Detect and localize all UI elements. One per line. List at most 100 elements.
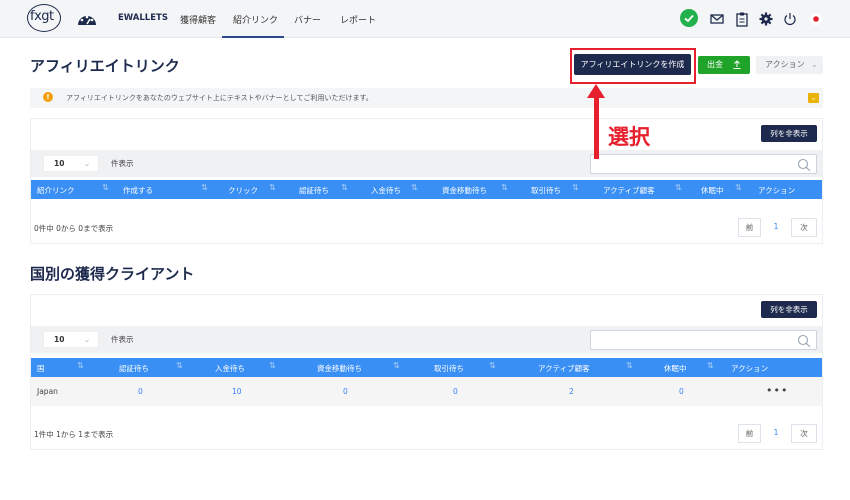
col-active[interactable]: アクティブ顧客 bbox=[538, 363, 590, 374]
hide-columns-button[interactable]: 列を非表示 bbox=[761, 125, 817, 142]
action-label: アクション bbox=[765, 60, 805, 69]
col-action: アクション bbox=[731, 364, 769, 373]
sort-icon[interactable]: ⇅ bbox=[411, 183, 418, 192]
annotation-label: 選択 bbox=[608, 125, 650, 149]
page-number-button[interactable]: 1 bbox=[768, 218, 784, 237]
search-icon bbox=[797, 334, 811, 348]
sort-icon[interactable]: ⇅ bbox=[269, 183, 276, 192]
col-deposit[interactable]: 入金待ち bbox=[371, 185, 401, 196]
table-header: 紹介リンク ⇅ 作成する ⇅ クリック ⇅ 認証待ち ⇅ 入金待ち ⇅ 資金移動待ち ⇅ 取… bbox=[31, 180, 822, 199]
cell-transfer[interactable]: 0 bbox=[343, 387, 348, 396]
section-title-country: 国別の獲得クライアント bbox=[30, 265, 195, 283]
sort-icon[interactable]: ⇅ bbox=[735, 183, 742, 192]
mail-icon[interactable] bbox=[709, 11, 725, 27]
col-verify[interactable]: 認証待ち bbox=[299, 185, 329, 196]
withdraw-label: 出金 bbox=[707, 60, 723, 69]
prev-page-button[interactable]: 前 bbox=[738, 424, 761, 443]
entries-value: 10 bbox=[54, 159, 65, 168]
pagination: 前 1 次 bbox=[731, 424, 817, 443]
col-dormant[interactable]: 休眠中 bbox=[701, 185, 724, 196]
verified-check-icon[interactable] bbox=[680, 9, 698, 27]
sort-icon[interactable]: ⇅ bbox=[201, 183, 208, 192]
nav-referral-links[interactable]: 紹介リンク bbox=[233, 13, 278, 26]
col-verify[interactable]: 認証待ち bbox=[119, 363, 149, 374]
col-transfer[interactable]: 資金移動待ち bbox=[442, 185, 487, 196]
col-created[interactable]: 作成する bbox=[123, 185, 153, 196]
col-trade[interactable]: 取引待ち bbox=[531, 185, 561, 196]
col-action: アクション bbox=[758, 186, 796, 195]
search-icon bbox=[797, 158, 811, 172]
sort-icon[interactable]: ⇅ bbox=[707, 361, 714, 370]
entries-label: 件表示 bbox=[111, 335, 134, 344]
clipboard-icon[interactable] bbox=[734, 11, 750, 27]
search-input[interactable] bbox=[590, 330, 817, 350]
notice-text: アフィリエイトリンクをあなたのウェブサイト上にテキストやバナーとしてご利用いただ… bbox=[66, 94, 373, 102]
sort-icon[interactable]: ⇅ bbox=[626, 361, 633, 370]
next-page-button[interactable]: 次 bbox=[791, 424, 817, 443]
table-info: 1件中 1から 1まで表示 bbox=[34, 430, 114, 439]
cell-country: Japan bbox=[37, 387, 58, 396]
col-active[interactable]: アクティブ顧客 bbox=[603, 185, 655, 196]
search-input[interactable] bbox=[590, 154, 817, 174]
col-country[interactable]: 国 bbox=[37, 363, 45, 374]
entries-select[interactable]: 10 ⌄ bbox=[43, 155, 99, 172]
info-notice: ! アフィリエイトリンクをあなたのウェブサイト上にテキストやバナーとしてご利用い… bbox=[30, 88, 823, 108]
next-page-button[interactable]: 次 bbox=[791, 218, 817, 237]
gear-icon[interactable] bbox=[758, 11, 774, 27]
table-info: 0件中 0から 0まで表示 bbox=[34, 224, 114, 233]
col-transfer[interactable]: 資金移動待ち bbox=[317, 363, 362, 374]
col-dormant[interactable]: 休眠中 bbox=[664, 363, 687, 374]
pagination: 前 1 次 bbox=[731, 218, 817, 237]
table-header: 国 ⇅ 認証待ち ⇅ 入金待ち ⇅ 資金移動待ち ⇅ 取引待ち ⇅ アクティブ顧客 ⇅ 休眠… bbox=[31, 358, 822, 377]
col-clicks[interactable]: クリック bbox=[228, 185, 258, 196]
cell-dormant[interactable]: 0 bbox=[679, 387, 684, 396]
sort-icon[interactable]: ⇅ bbox=[572, 183, 579, 192]
chevron-down-icon: ⌄ bbox=[84, 335, 91, 344]
sort-icon[interactable]: ⇅ bbox=[341, 183, 348, 192]
entries-label: 件表示 bbox=[111, 159, 134, 168]
sort-icon[interactable]: ⇅ bbox=[501, 183, 508, 192]
sort-icon[interactable]: ⇅ bbox=[393, 361, 400, 370]
sort-icon[interactable]: ⇅ bbox=[77, 361, 84, 370]
col-deposit[interactable]: 入金待ち bbox=[215, 363, 245, 374]
action-dropdown-button[interactable]: アクション ⌄ bbox=[756, 56, 823, 74]
affiliate-links-panel: 列を非表示 10 ⌄ 件表示 紹介リンク ⇅ 作成する ⇅ クリック ⇅ 認証待ち ⇅ … bbox=[30, 118, 823, 244]
highlight-box bbox=[570, 48, 696, 84]
nav-active-indicator bbox=[222, 36, 284, 38]
page-number-button[interactable]: 1 bbox=[768, 424, 784, 443]
nav-banners[interactable]: バナー bbox=[294, 13, 321, 26]
entries-select[interactable]: 10 ⌄ bbox=[43, 331, 99, 348]
nav-clients[interactable]: 獲得顧客 bbox=[180, 13, 216, 26]
fxgt-logo[interactable]: fxgt bbox=[27, 4, 61, 32]
upload-icon bbox=[733, 60, 741, 69]
nav-ewallets[interactable]: EWALLETS bbox=[118, 13, 168, 23]
cell-verify[interactable]: 0 bbox=[138, 387, 143, 396]
top-nav: fxgt EWALLETS 獲得顧客 紹介リンク バナー レポート bbox=[0, 0, 850, 38]
nav-reports[interactable]: レポート bbox=[340, 13, 376, 26]
entries-value: 10 bbox=[54, 335, 65, 344]
cell-active[interactable]: 2 bbox=[569, 387, 574, 396]
sort-icon[interactable]: ⇅ bbox=[675, 183, 682, 192]
sort-icon[interactable]: ⇅ bbox=[102, 183, 109, 192]
col-trade[interactable]: 取引待ち bbox=[434, 363, 464, 374]
info-icon: ! bbox=[43, 92, 53, 102]
hide-columns-button[interactable]: 列を非表示 bbox=[761, 301, 817, 318]
page-title: アフィリエイトリンク bbox=[30, 57, 180, 75]
japan-flag-icon[interactable] bbox=[808, 11, 824, 27]
dashboard-icon[interactable] bbox=[76, 10, 98, 28]
power-icon[interactable] bbox=[782, 11, 798, 27]
country-clients-panel: 列を非表示 10 ⌄ 件表示 国 ⇅ 認証待ち ⇅ 入金待ち ⇅ 資金移動待ち ⇅ 取引… bbox=[30, 294, 823, 450]
sort-icon[interactable]: ⇅ bbox=[269, 361, 276, 370]
collapse-chevron-icon[interactable]: ⌄ bbox=[808, 93, 819, 103]
row-actions-menu[interactable]: ••• bbox=[766, 384, 788, 397]
sort-icon[interactable]: ⇅ bbox=[176, 361, 183, 370]
prev-page-button[interactable]: 前 bbox=[738, 218, 761, 237]
chevron-down-icon: ⌄ bbox=[84, 159, 91, 168]
col-referral-link[interactable]: 紹介リンク bbox=[37, 185, 75, 196]
cell-trade[interactable]: 0 bbox=[453, 387, 458, 396]
sort-icon[interactable]: ⇅ bbox=[489, 361, 496, 370]
table-filter-row: 10 ⌄ 件表示 bbox=[31, 326, 822, 353]
annotation-arrow-shaft bbox=[594, 95, 599, 159]
cell-deposit[interactable]: 10 bbox=[232, 387, 242, 396]
withdraw-button[interactable]: 出金 bbox=[698, 56, 750, 74]
